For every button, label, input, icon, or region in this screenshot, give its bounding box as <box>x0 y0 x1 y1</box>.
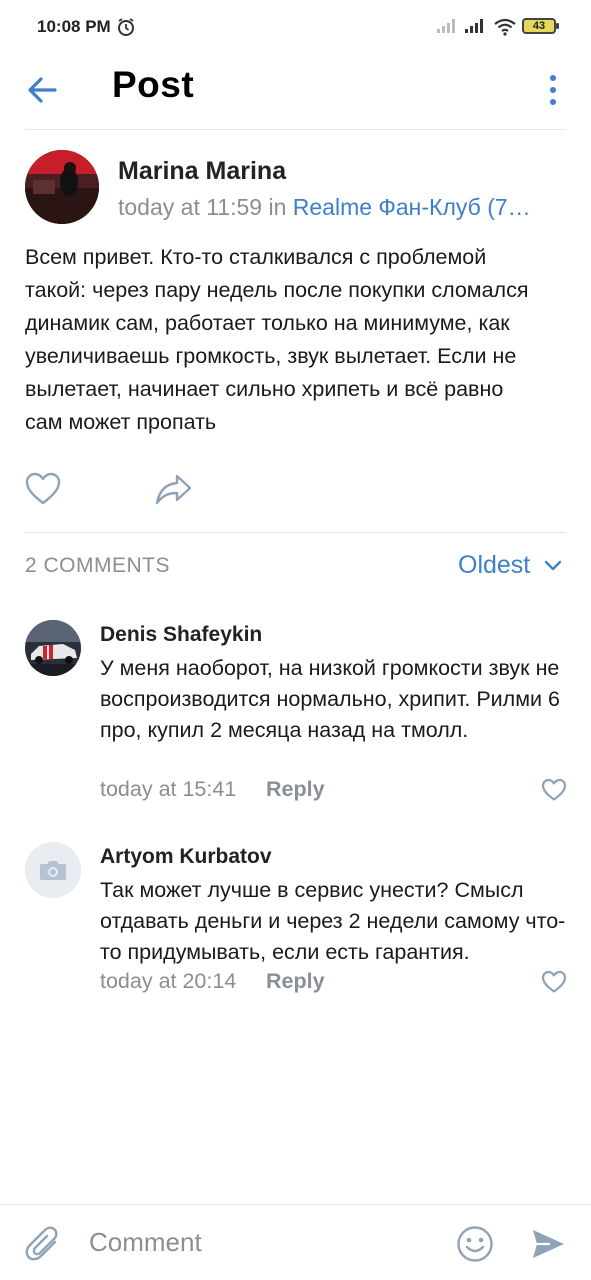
attach-button[interactable] <box>25 1225 61 1268</box>
post-text: Всем привет. Кто-то сталкивался с пробле… <box>25 245 529 434</box>
club-link[interactable]: Realme Фан-Клуб (7… <box>293 194 531 220</box>
sort-button[interactable]: Oldest <box>458 551 530 580</box>
page-title: Post <box>112 64 195 105</box>
header-divider <box>25 129 566 130</box>
avatar[interactable] <box>25 620 81 676</box>
heart-icon <box>541 970 567 993</box>
smile-icon <box>457 1226 493 1262</box>
battery-icon: 43 <box>522 18 559 34</box>
send-button[interactable] <box>530 1227 566 1266</box>
heart-icon <box>541 778 567 801</box>
avatar[interactable] <box>25 150 99 224</box>
chevron-down-icon[interactable] <box>543 558 563 577</box>
back-button[interactable] <box>22 68 66 112</box>
comments-count: 2 COMMENTS <box>25 554 171 577</box>
comment-like-button[interactable] <box>541 778 567 802</box>
comment-input[interactable] <box>89 1227 419 1258</box>
alarm-icon <box>116 17 136 42</box>
avatar[interactable] <box>25 842 81 898</box>
comment-like-button[interactable] <box>541 970 567 994</box>
comment-author-name[interactable]: Artyom Kurbatov <box>100 845 272 869</box>
share-icon <box>155 474 192 505</box>
camera-icon <box>25 842 81 898</box>
post-author-name[interactable]: Marina Marina <box>118 157 286 186</box>
more-button[interactable] <box>538 68 568 112</box>
comment-composer <box>0 1204 591 1280</box>
arrow-left-icon <box>28 77 57 103</box>
post-divider <box>25 532 566 533</box>
heart-icon <box>25 472 61 505</box>
signal-icon <box>464 18 486 39</box>
like-button[interactable] <box>25 472 61 506</box>
app-header: Post <box>0 54 591 129</box>
battery-level: 43 <box>532 20 546 32</box>
comment-time: today at 20:14 <box>100 969 237 993</box>
share-button[interactable] <box>154 470 194 506</box>
signal-icon <box>436 18 458 39</box>
post-meta: today at 11:59 in Realme Фан-Клуб (7… <box>118 194 568 221</box>
comment-author-name[interactable]: Denis Shafeykin <box>100 623 262 647</box>
reply-button[interactable]: Reply <box>266 777 325 802</box>
post-time: today at 11:59 in <box>118 194 293 220</box>
send-icon <box>533 1230 564 1258</box>
wifi-icon <box>493 18 517 41</box>
more-vertical-icon <box>550 75 556 105</box>
comment-text: Так может лучше в сервис унести? Смысл о… <box>100 878 566 964</box>
paperclip-icon <box>25 1226 58 1261</box>
reply-button[interactable]: Reply <box>266 969 325 994</box>
comment-time: today at 15:41 <box>100 777 237 801</box>
emoji-button[interactable] <box>456 1225 494 1268</box>
status-time: 10:08 PM <box>37 17 111 36</box>
status-bar: 10:08 PM 43 <box>0 0 591 54</box>
comment-text: У меня наоборот, на низкой громкости зву… <box>100 656 560 742</box>
